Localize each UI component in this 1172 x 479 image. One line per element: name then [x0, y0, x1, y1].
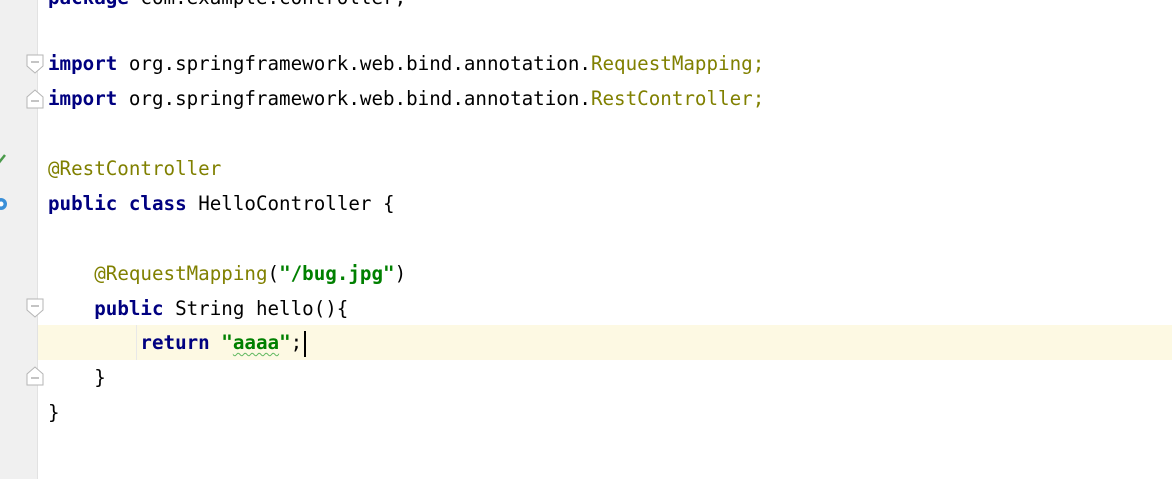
indent-guide: [136, 325, 137, 360]
code-token: import: [48, 87, 118, 110]
code-token: }: [48, 366, 106, 389]
code-line-content: import org.springframework.web.bind.anno…: [48, 46, 764, 81]
fold-end-icon[interactable]: [26, 89, 44, 109]
code-line-restcontroller-annotation[interactable]: @RestController: [38, 151, 1172, 186]
code-line-requestmapping-annotation[interactable]: @RequestMapping("/bug.jpg"): [38, 256, 1172, 291]
code-token: org.springframework.web.bind.annotation.: [117, 87, 591, 110]
code-token: ;: [290, 331, 303, 354]
code-line-content: @RestController: [48, 151, 221, 186]
implemented-bean-icon[interactable]: [0, 152, 8, 166]
code-token: @RestController: [48, 157, 222, 180]
code-token: aaaa: [232, 331, 280, 354]
code-line-method-declaration[interactable]: public String hello(){: [38, 291, 1172, 326]
code-line-method-close[interactable]: }: [38, 360, 1172, 395]
code-line-content: public class HelloController {: [48, 186, 395, 221]
code-token: return: [140, 331, 210, 354]
code-token: ": [279, 331, 291, 354]
code-token: class: [128, 192, 187, 215]
code-line-import-requestmapping[interactable]: import org.springframework.web.bind.anno…: [38, 46, 1172, 81]
code-token: ;: [752, 87, 765, 110]
code-line-content: }: [48, 360, 106, 395]
code-token: ;: [752, 52, 765, 75]
code-token: ): [394, 262, 407, 285]
code-line-class-close[interactable]: }: [38, 395, 1172, 430]
code-token: org.springframework.web.bind.annotation.: [117, 52, 591, 75]
code-line-import-restcontroller[interactable]: import org.springframework.web.bind.anno…: [38, 81, 1172, 116]
code-token: com.example.controller;: [129, 0, 406, 9]
code-editor[interactable]: package com.example.controller; import o…: [38, 0, 1172, 479]
code-line-content: @RequestMapping("/bug.jpg"): [48, 256, 406, 291]
code-token: RequestMapping: [590, 52, 753, 75]
code-line-package[interactable]: package com.example.controller;: [38, 0, 1172, 15]
code-line-content: public String hello(){: [48, 291, 348, 326]
code-token: (: [267, 262, 280, 285]
code-line-content: }: [48, 395, 60, 430]
code-token: "/bug.jpg": [279, 262, 395, 285]
fold-collapse-icon[interactable]: [26, 298, 44, 318]
code-token: ": [221, 331, 233, 354]
code-token: RestController: [590, 87, 753, 110]
code-token: package: [48, 0, 129, 9]
code-line-class-declaration[interactable]: public class HelloController {: [38, 186, 1172, 221]
spring-bean-icon[interactable]: [0, 196, 8, 210]
code-token: import: [48, 52, 118, 75]
fold-end-icon[interactable]: [26, 366, 44, 386]
code-token: HelloController {: [186, 192, 395, 215]
fold-collapse-icon[interactable]: [26, 54, 44, 74]
text-caret: [304, 330, 307, 357]
code-line-return-current[interactable]: return "aaaa";: [38, 325, 1172, 360]
code-line-content: import org.springframework.web.bind.anno…: [48, 81, 764, 116]
code-token: }: [48, 401, 60, 424]
code-token: public: [94, 297, 164, 320]
code-token: String hello(){: [163, 297, 349, 320]
code-token: @RequestMapping: [94, 262, 268, 285]
code-line-content: return "aaaa";: [48, 325, 307, 360]
code-token: public: [48, 192, 118, 215]
code-line-content: package com.example.controller;: [48, 0, 406, 15]
